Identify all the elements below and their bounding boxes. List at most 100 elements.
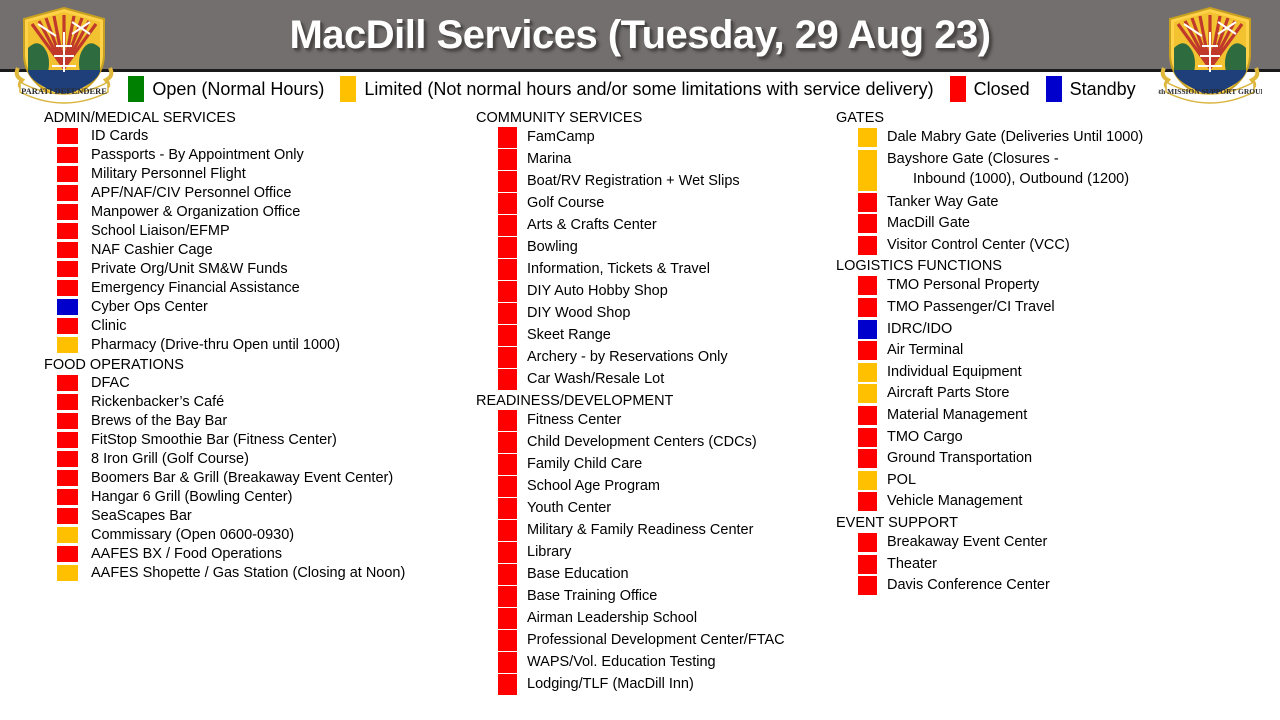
- status-swatch-limited-icon: [858, 149, 877, 191]
- service-row: WAPS/Vol. Education Testing: [476, 652, 826, 674]
- service-row: Lodging/TLF (MacDill Inn): [476, 674, 826, 696]
- status-swatch-closed-icon: [498, 498, 517, 519]
- service-row: IDRC/IDO: [836, 319, 1256, 341]
- service-row: Car Wash/Resale Lot: [476, 369, 826, 391]
- service-row: POL: [836, 470, 1256, 492]
- service-label: MacDill Gate: [887, 215, 970, 232]
- status-swatch-closed-icon: [498, 520, 517, 541]
- service-label: Fitness Center: [527, 412, 622, 428]
- status-swatch-closed-icon: [498, 674, 517, 695]
- group-heading: EVENT SUPPORT: [836, 514, 958, 531]
- service-label: Material Management: [887, 406, 1028, 423]
- service-label-line-2: Inbound (1000), Outbound (1200): [913, 170, 1130, 187]
- service-row: Marina: [476, 149, 826, 171]
- service-label: TMO Passenger/CI Travel: [887, 298, 1055, 315]
- service-row: Material Management: [836, 405, 1256, 427]
- service-row: MacDill Gate: [836, 213, 1256, 235]
- status-swatch-closed-icon: [498, 237, 517, 258]
- service-label: Military Personnel Flight: [91, 166, 246, 182]
- service-row: Visitor Control Center (VCC): [836, 235, 1256, 257]
- service-row: School Age Program: [476, 476, 826, 498]
- status-swatch-limited-icon: [57, 527, 78, 543]
- status-swatch-limited-icon: [858, 384, 877, 404]
- service-label: Emergency Financial Assistance: [91, 280, 300, 296]
- service-row: Breakaway Event Center: [836, 532, 1256, 554]
- services-columns: ADMIN/MEDICAL SERVICES ID Cards Passports …: [0, 108, 1280, 720]
- service-label: WAPS/Vol. Education Testing: [527, 654, 716, 670]
- status-swatch-closed-icon: [57, 242, 78, 258]
- service-row: Airman Leadership School: [476, 608, 826, 630]
- status-swatch-closed-icon: [858, 235, 877, 255]
- service-label: AAFES BX / Food Operations: [91, 546, 283, 562]
- service-label: Passports - By Appointment Only: [91, 147, 304, 163]
- service-label: DIY Wood Shop: [527, 305, 631, 321]
- service-label: Family Child Care: [527, 456, 643, 472]
- page-title: MacDill Services (Tuesday, 29 Aug 23): [289, 13, 991, 57]
- service-label: Professional Development Center/FTAC: [527, 632, 785, 648]
- service-row: Theater: [836, 554, 1256, 576]
- status-legend: Open (Normal Hours) Limited (Not normal h…: [0, 74, 1280, 104]
- status-swatch-closed-icon: [498, 652, 517, 673]
- service-row: AAFES BX / Food Operations: [44, 545, 464, 564]
- status-swatch-standby-icon: [57, 299, 78, 315]
- legend-swatch-open-icon: [128, 76, 145, 102]
- service-row: ID Cards: [44, 127, 464, 146]
- service-row: Brews of the Bay Bar: [44, 412, 464, 431]
- status-swatch-closed-icon: [57, 470, 78, 486]
- status-swatch-closed-icon: [57, 128, 78, 144]
- status-swatch-closed-icon: [858, 297, 877, 317]
- status-swatch-closed-icon: [858, 341, 877, 361]
- service-label: Pharmacy (Drive-thru Open until 1000): [91, 337, 341, 353]
- legend-label: Limited (Not normal hours and/or some li…: [364, 78, 934, 99]
- service-label: Individual Equipment: [887, 363, 1022, 380]
- status-swatch-closed-icon: [57, 166, 78, 182]
- group-heading: LOGISTICS FUNCTIONS: [836, 258, 1002, 275]
- service-label: Arts & Crafts Center: [527, 217, 657, 233]
- service-row: Emergency Financial Assistance: [44, 279, 464, 298]
- service-label: ID Cards: [91, 128, 149, 144]
- status-swatch-closed-icon: [498, 259, 517, 280]
- status-swatch-limited-icon: [858, 128, 877, 147]
- services-column-3: GATES Dale Mabry Gate (Deliveries Until 1…: [836, 108, 1256, 597]
- service-row: Military & Family Readiness Center: [476, 520, 826, 542]
- service-label: Youth Center: [527, 500, 612, 516]
- service-row: Hangar 6 Grill (Bowling Center): [44, 488, 464, 507]
- service-label: Rickenbacker’s Café: [91, 394, 225, 410]
- service-label: Visitor Control Center (VCC): [887, 236, 1070, 253]
- service-row: Ground Transportation: [836, 448, 1256, 470]
- status-swatch-closed-icon: [498, 347, 517, 368]
- status-swatch-closed-icon: [498, 149, 517, 170]
- status-swatch-closed-icon: [498, 127, 517, 148]
- services-column-1: ADMIN/MEDICAL SERVICES ID Cards Passports …: [44, 108, 464, 583]
- legend-swatch-limited-icon: [340, 76, 357, 102]
- status-swatch-closed-icon: [498, 432, 517, 453]
- status-swatch-closed-icon: [858, 427, 877, 447]
- legend-item-open: Open (Normal Hours): [128, 74, 340, 104]
- group-heading: GATES: [836, 110, 885, 126]
- status-swatch-standby-icon: [858, 319, 877, 339]
- service-label: POL: [887, 471, 917, 488]
- service-row: SeaScapes Bar: [44, 507, 464, 526]
- service-row: DIY Auto Hobby Shop: [476, 281, 826, 303]
- service-label: Car Wash/Resale Lot: [527, 371, 665, 387]
- service-row: Golf Course: [476, 193, 826, 215]
- service-label: Davis Conference Center: [887, 577, 1050, 594]
- service-label: Commissary (Open 0600-0930): [91, 527, 295, 543]
- service-row: Boomers Bar & Grill (Breakaway Event Cen…: [44, 469, 464, 488]
- service-label: Air Terminal: [887, 342, 964, 359]
- service-row: Base Training Office: [476, 586, 826, 608]
- status-swatch-closed-icon: [57, 375, 78, 391]
- group-heading: READINESS/DEVELOPMENT: [476, 393, 674, 409]
- service-row: Commissary (Open 0600-0930): [44, 526, 464, 545]
- service-label: 8 Iron Grill (Golf Course): [91, 451, 249, 467]
- service-label: DFAC: [91, 375, 130, 391]
- status-swatch-closed-icon: [57, 185, 78, 201]
- service-row: Davis Conference Center: [836, 575, 1256, 597]
- service-row: Rickenbacker’s Café: [44, 393, 464, 412]
- service-label: Skeet Range: [527, 327, 611, 343]
- legend-label: Closed: [973, 78, 1030, 99]
- service-row: AAFES Shopette / Gas Station (Closing at…: [44, 564, 464, 583]
- service-row: Family Child Care: [476, 454, 826, 476]
- service-label: Breakaway Event Center: [887, 533, 1048, 550]
- service-label: Archery - by Reservations Only: [527, 349, 728, 365]
